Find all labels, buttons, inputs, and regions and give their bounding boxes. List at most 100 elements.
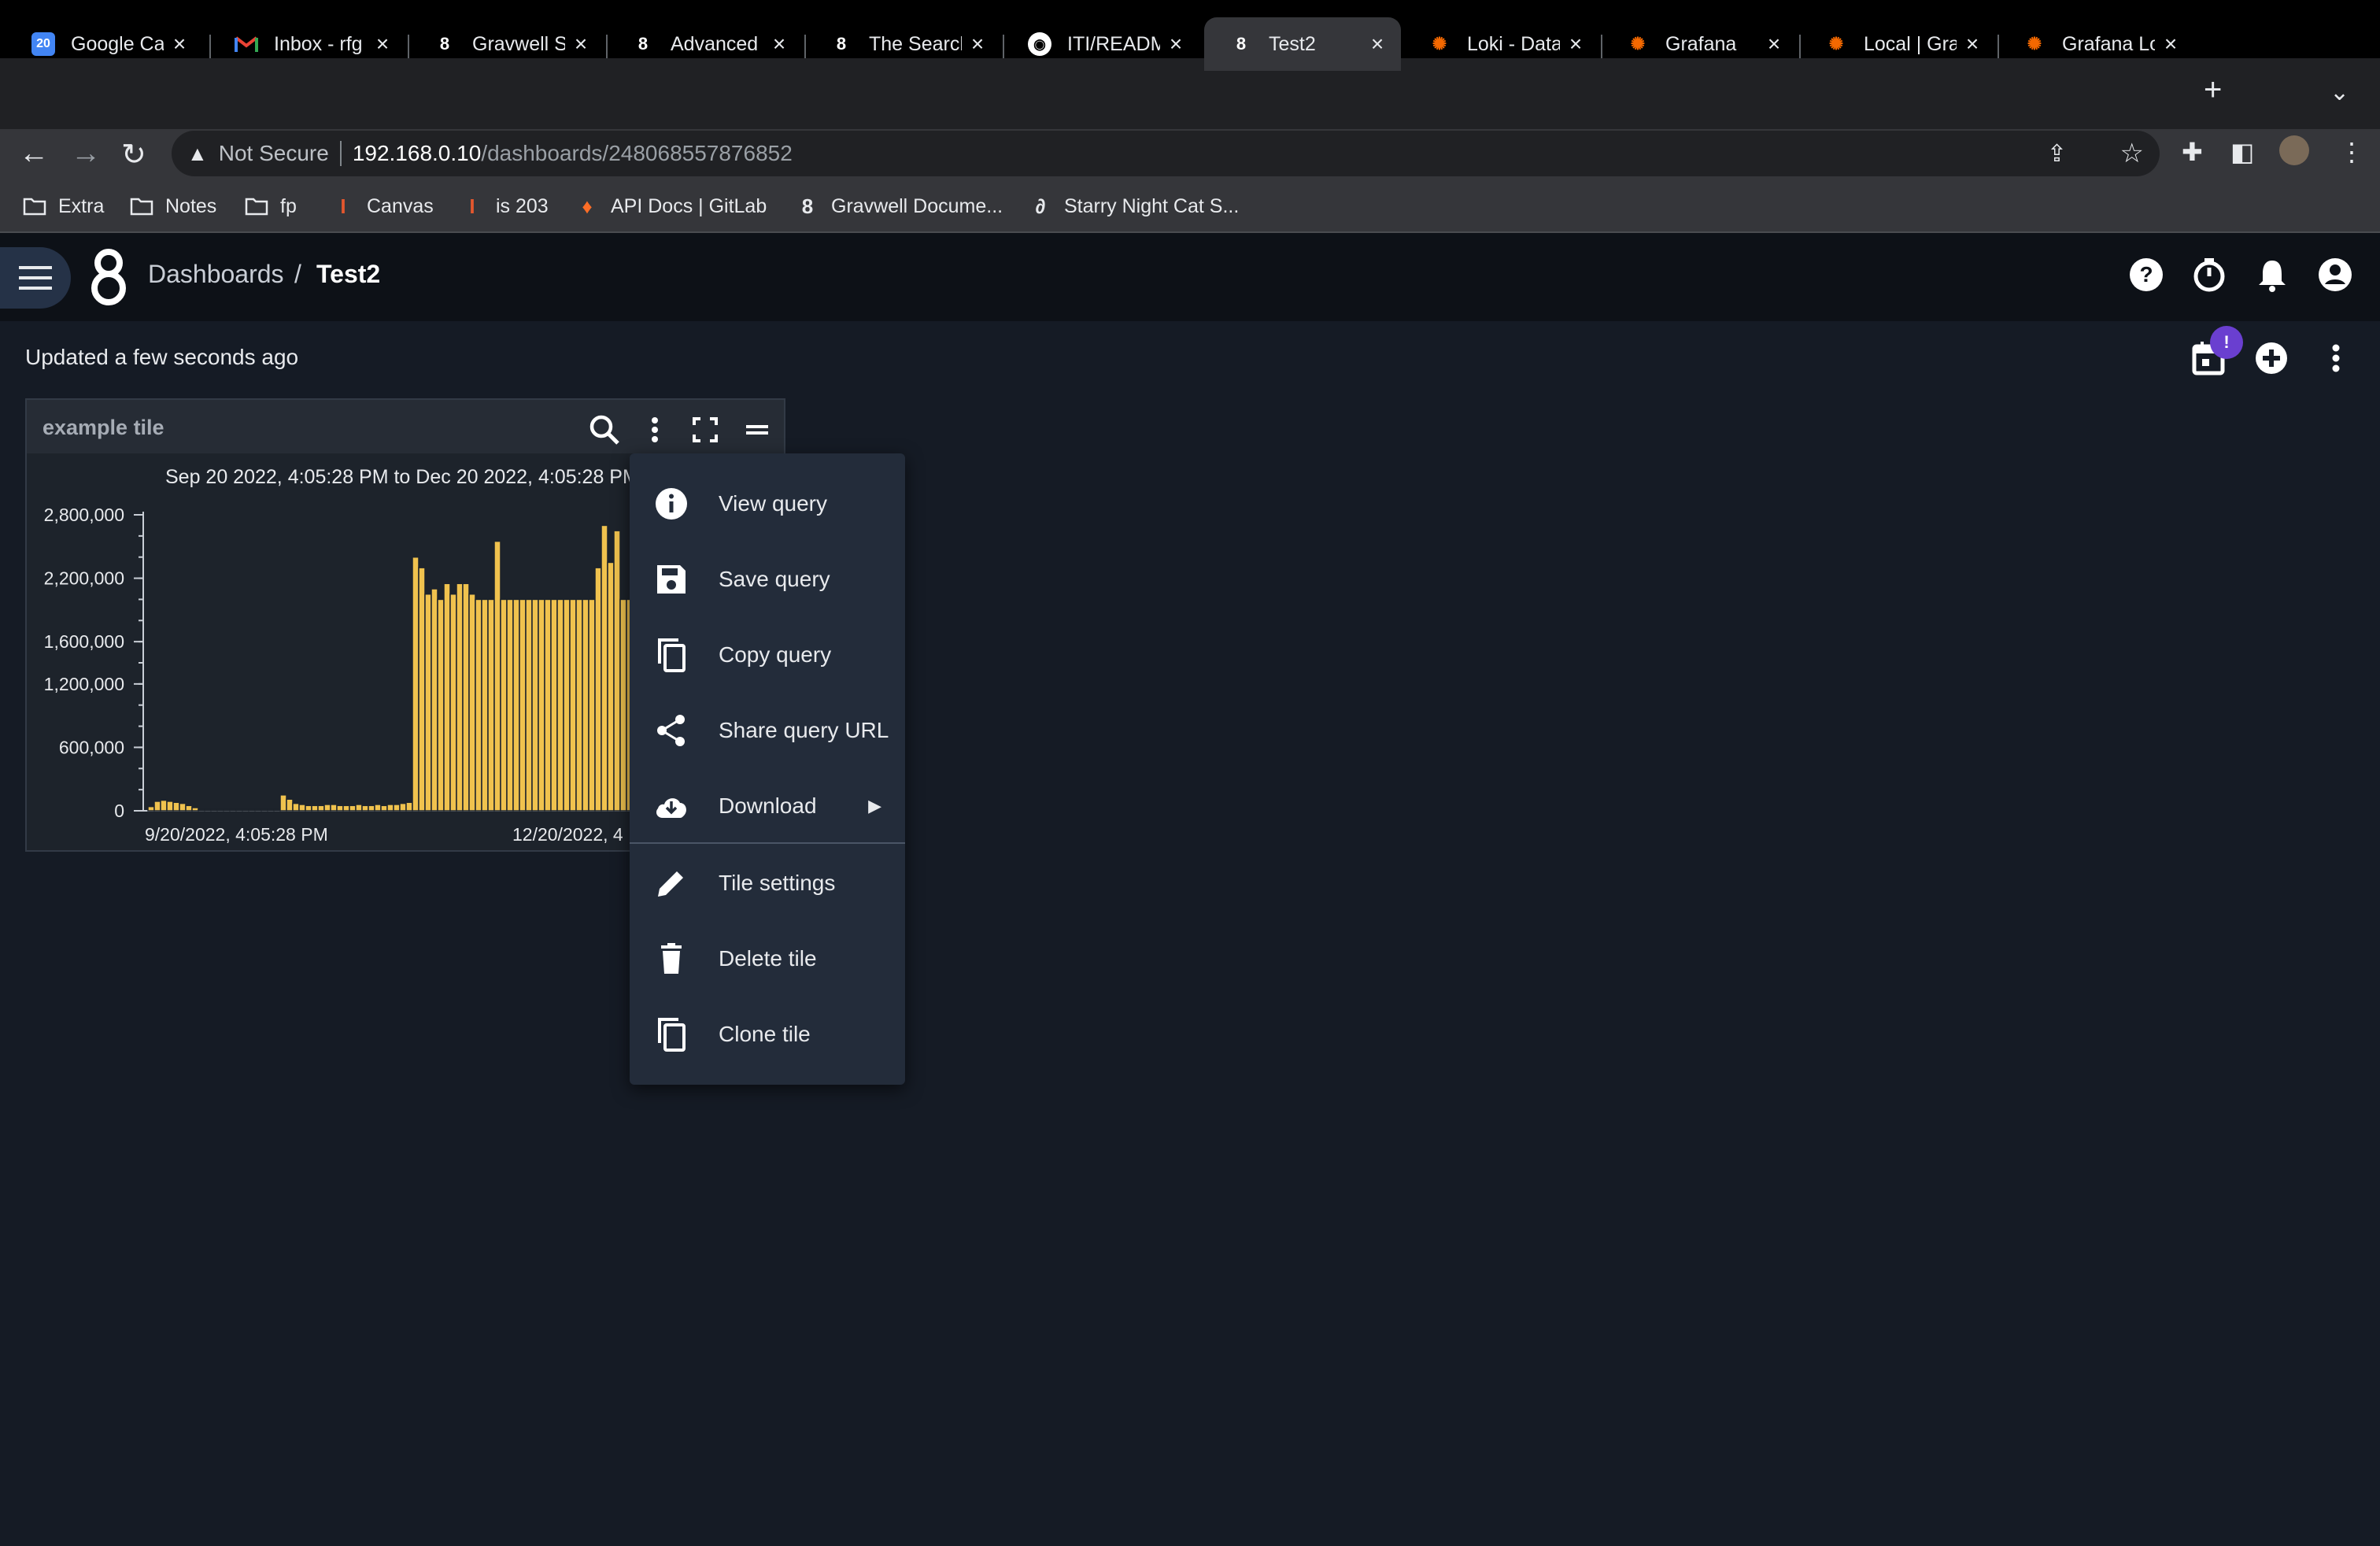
menu-item-save-query[interactable]: Save query [630, 542, 905, 617]
breadcrumb-dashboards-link[interactable]: Dashboards [148, 260, 284, 289]
menu-item-download[interactable]: Download ▶ [630, 768, 905, 844]
close-icon[interactable]: × [1160, 31, 1192, 57]
gravwell-logo-icon[interactable] [88, 247, 129, 307]
bar [204, 808, 212, 812]
close-icon[interactable]: × [1957, 31, 1988, 57]
browser-menu-kebab-icon[interactable]: ⋮ [2339, 137, 2364, 167]
address-bar[interactable]: ▲ Not Secure 192.168.0.10/dashboards/248… [172, 131, 2160, 176]
account-circle-icon[interactable] [2317, 257, 2353, 293]
bookmark-item[interactable]: 8 Gravwell Docume... [795, 194, 1003, 219]
reload-icon[interactable]: ↻ [121, 137, 146, 172]
close-icon[interactable]: × [962, 31, 993, 57]
share-icon [657, 715, 685, 746]
tile-kebab-menu-icon[interactable] [641, 412, 669, 447]
menu-item-label: Share query URL [719, 718, 889, 742]
grafana-icon: ✺ [2027, 34, 2042, 54]
bookmark-item[interactable]: Notes [129, 194, 216, 219]
bar [267, 808, 275, 812]
forward-arrow-icon[interactable]: → [71, 137, 101, 171]
dashboard-more-kebab-icon[interactable] [2322, 340, 2350, 376]
close-icon[interactable]: × [2155, 31, 2186, 57]
bookmark-item[interactable]: ♦ API Docs | GitLab [575, 194, 767, 219]
tab-the-search[interactable]: 8 The Search × [804, 17, 1001, 71]
help-icon[interactable]: ? [2128, 257, 2164, 293]
close-icon[interactable]: × [1362, 31, 1393, 57]
bar [575, 598, 583, 812]
bar [317, 804, 325, 812]
bar [582, 598, 589, 812]
tab-advanced[interactable]: 8 Advanced × [606, 17, 803, 71]
tab-search-chevron-icon[interactable]: ⌄ [2330, 79, 2349, 106]
close-icon[interactable]: × [763, 31, 795, 57]
timer-icon[interactable] [2191, 257, 2227, 293]
fullscreen-icon[interactable] [689, 412, 721, 447]
bar [229, 808, 237, 812]
new-tab-plus-icon[interactable]: + [2204, 72, 2222, 108]
tab-title: Advanced [671, 32, 759, 55]
cloud-download-icon [656, 798, 686, 818]
bar [601, 524, 608, 812]
tab-gmail-inbox[interactable]: Inbox - rfg × [209, 17, 406, 71]
tab-gravwell-s[interactable]: 8 Gravwell S × [408, 17, 604, 71]
tab-loki-data[interactable]: ✺ Loki - Data × [1402, 17, 1599, 71]
bar [449, 593, 457, 812]
close-icon[interactable]: × [164, 31, 195, 57]
menu-item-clone-tile[interactable]: Clone tile [630, 997, 905, 1072]
scribble-icon: ∂ [1035, 194, 1046, 218]
menu-item-copy-query[interactable]: Copy query [630, 617, 905, 693]
close-icon[interactable]: × [565, 31, 597, 57]
bar [235, 808, 243, 812]
tab-test2[interactable]: 8 Test2 × [1204, 17, 1401, 71]
gravwell-icon: 8 [836, 34, 847, 54]
bookmark-item[interactable]: ∂ Starry Night Cat S... [1028, 194, 1240, 219]
bar [519, 598, 527, 812]
menu-item-delete-tile[interactable]: Delete tile [630, 921, 905, 997]
close-icon[interactable]: × [1560, 31, 1591, 57]
profile-avatar[interactable] [2279, 135, 2309, 165]
hamburger-menu-button[interactable] [0, 247, 71, 309]
bar [330, 804, 338, 812]
menu-item-label: Tile settings [719, 871, 836, 895]
tab-title: Grafana [1665, 32, 1737, 55]
bar [506, 598, 514, 812]
bar [368, 804, 375, 812]
tab-title: ITI/READM [1067, 32, 1160, 55]
bar [172, 801, 180, 812]
bookmark-star-icon[interactable]: ☆ [2120, 138, 2144, 169]
folder-icon [22, 194, 47, 219]
tab-local-grafana[interactable]: ✺ Local | Gra × [1799, 17, 1996, 71]
bar [342, 804, 350, 812]
bar [355, 804, 363, 812]
extensions-puzzle-icon[interactable]: ✚ [2182, 137, 2203, 167]
add-tile-plus-icon[interactable] [2254, 340, 2289, 376]
menu-item-view-query[interactable]: View query [630, 466, 905, 542]
bar [216, 808, 224, 812]
menu-item-share-query-url[interactable]: Share query URL [630, 693, 905, 768]
bookmark-item[interactable]: I Canvas [331, 194, 433, 219]
drag-handle-icon[interactable] [741, 412, 773, 447]
address-divider [339, 141, 342, 166]
bar [569, 598, 577, 812]
bookmark-item[interactable]: fp [244, 194, 297, 219]
share-page-icon[interactable]: ⇪ [2047, 140, 2067, 168]
url-host: 192.168.0.10 [352, 141, 482, 165]
tab-google-calendar[interactable]: 20 Google Cal × [6, 17, 203, 71]
side-panel-icon[interactable]: ◧ [2230, 137, 2254, 167]
tab-grafana[interactable]: ✺ Grafana × [1601, 17, 1798, 71]
grafana-icon: ✺ [1432, 34, 1447, 54]
close-icon[interactable]: × [1758, 31, 1790, 57]
tab-github-readme[interactable]: ◉ ITI/READM × [1003, 17, 1199, 71]
close-icon[interactable]: × [367, 31, 398, 57]
menu-item-tile-settings[interactable]: Tile settings [630, 845, 905, 921]
search-icon[interactable] [587, 412, 622, 447]
bookmark-item[interactable]: Extra [22, 194, 104, 219]
bookmark-label: Gravwell Docume... [831, 194, 1003, 217]
bookmark-item[interactable]: I is 203 [460, 194, 548, 219]
y-tick-label: 2,200,000 [44, 568, 124, 589]
notification-bell-icon[interactable] [2254, 257, 2290, 293]
bar [412, 556, 419, 812]
bar [160, 799, 168, 812]
tab-grafana-lo[interactable]: ✺ Grafana Lo × [1998, 17, 2194, 71]
security-label[interactable]: Not Secure [219, 141, 329, 166]
back-arrow-icon[interactable]: ← [19, 137, 49, 171]
